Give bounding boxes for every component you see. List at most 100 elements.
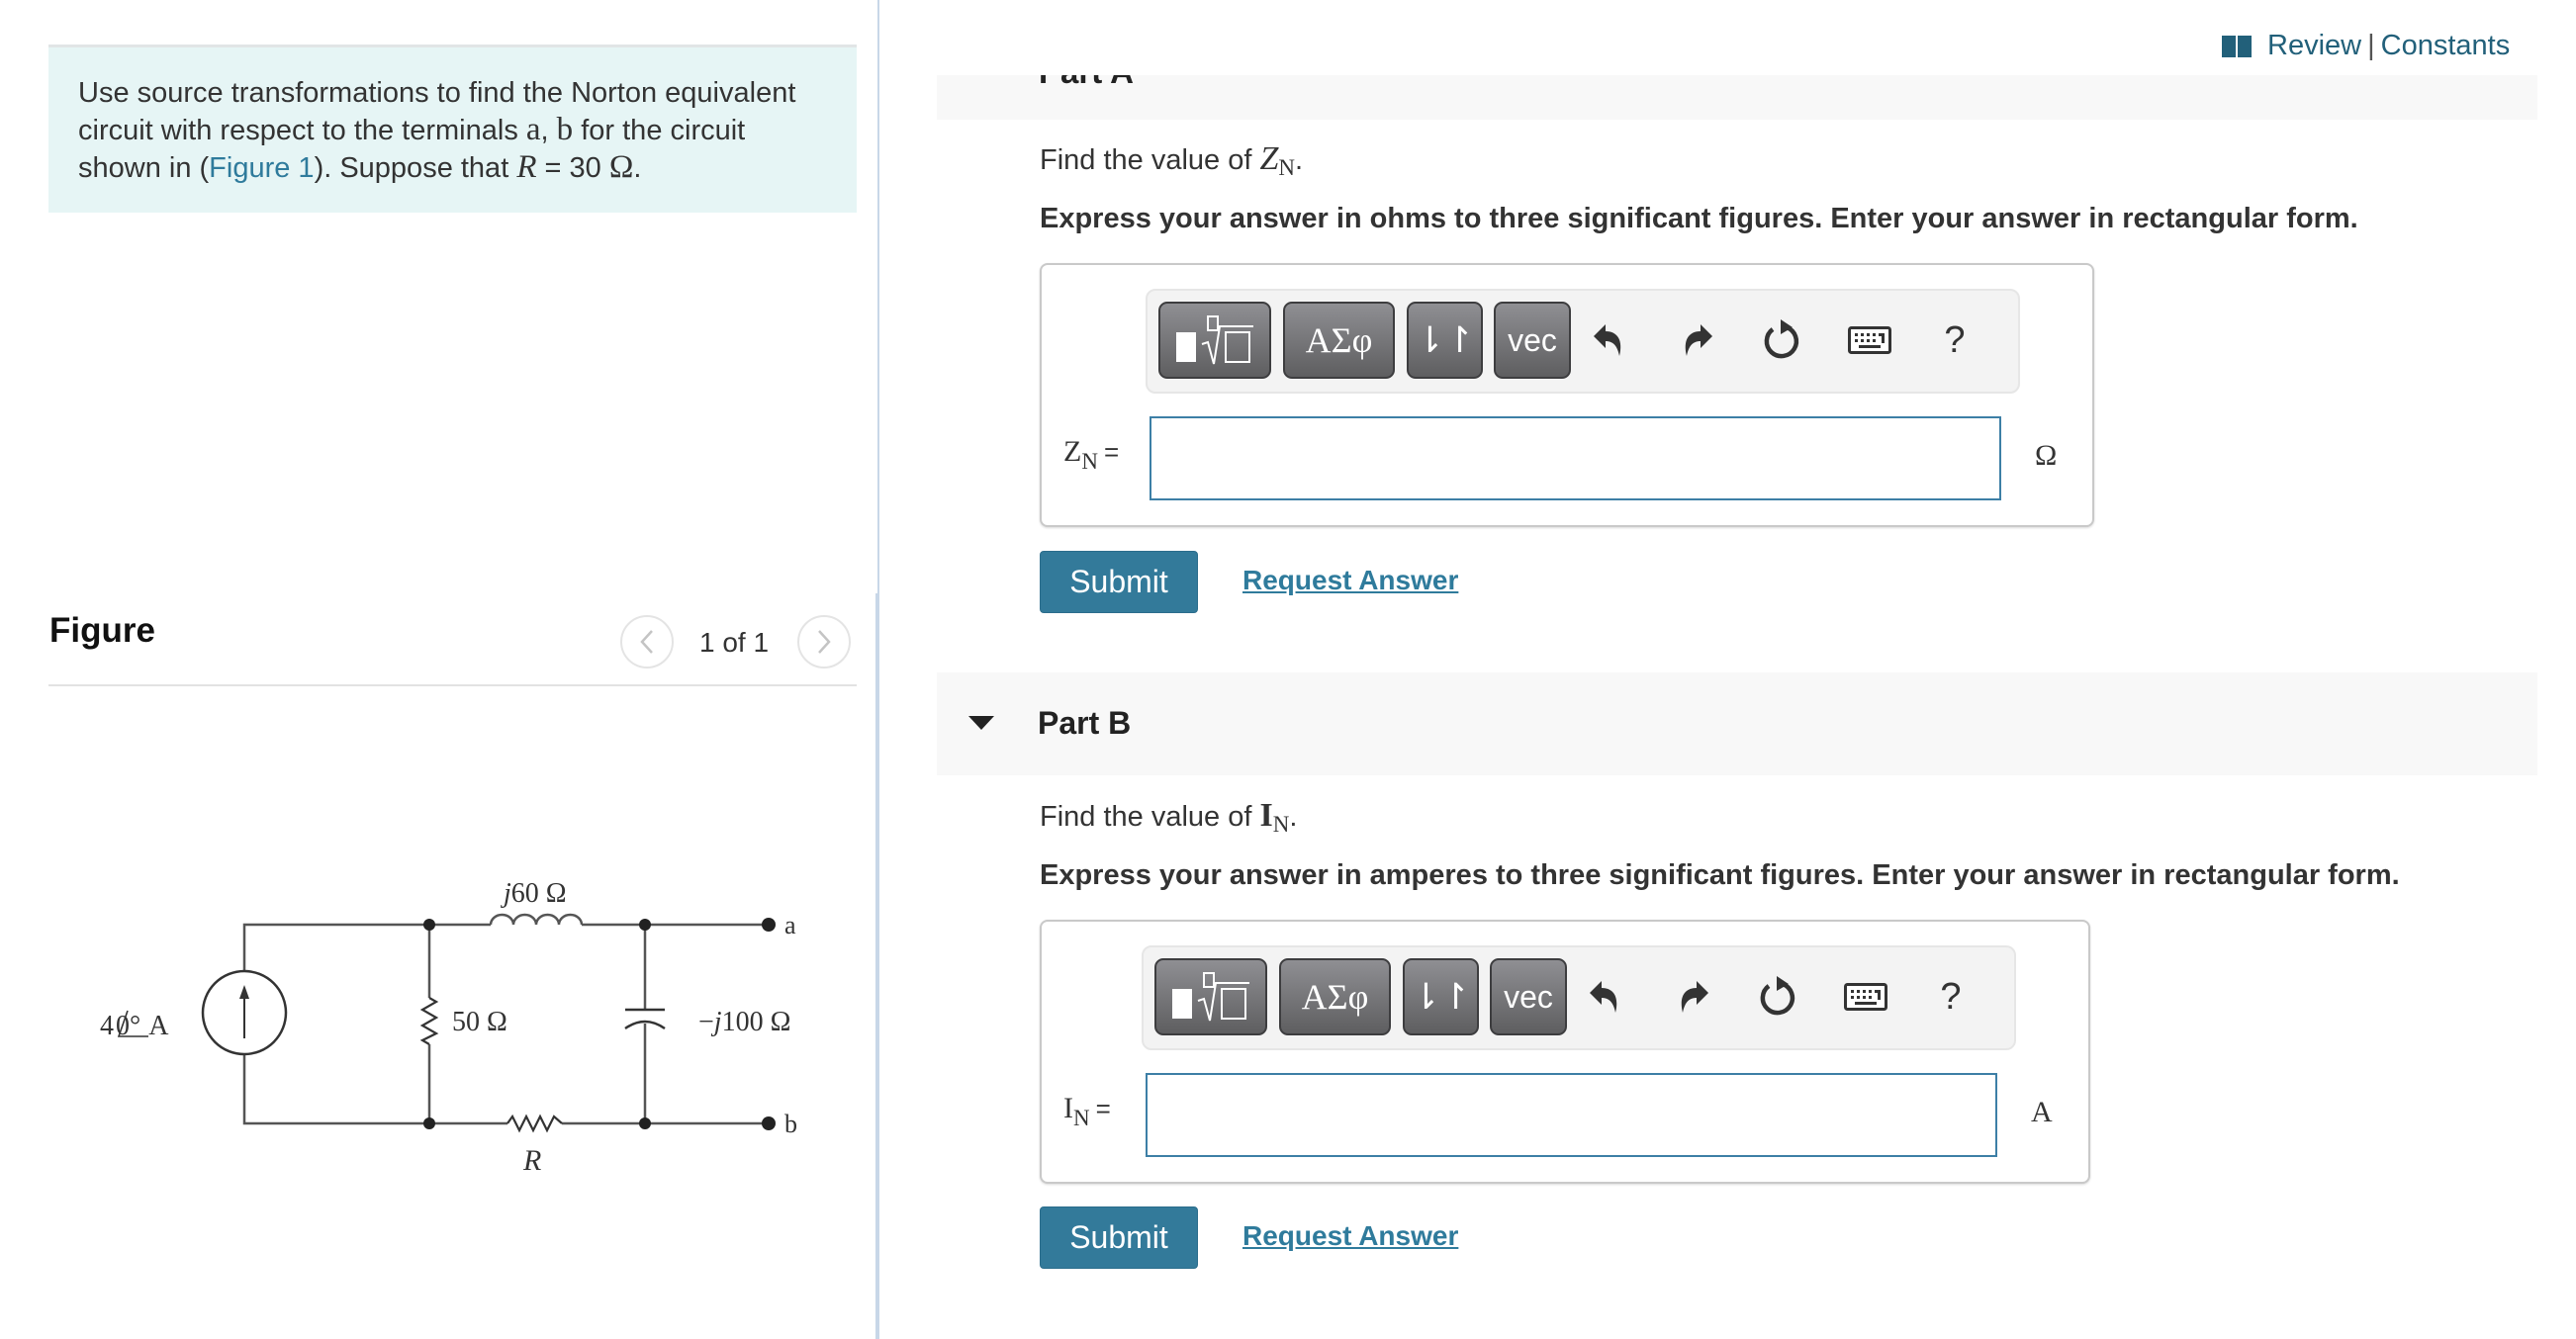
greek-button[interactable]: ΑΣφ bbox=[1279, 958, 1391, 1035]
undo-button[interactable] bbox=[1584, 314, 1635, 366]
link-separator: | bbox=[2367, 30, 2375, 61]
inductor bbox=[489, 913, 584, 926]
resistor-50-label: 50 Ω bbox=[452, 1007, 507, 1037]
undo-icon bbox=[1594, 324, 1621, 356]
reset-icon bbox=[1764, 319, 1799, 359]
part-a-header[interactable]: Part A bbox=[937, 75, 2537, 120]
in-answer-input[interactable] bbox=[1146, 1073, 1997, 1157]
part-a-request-answer-link[interactable]: Request Answer bbox=[1242, 565, 1458, 596]
terminal-a-var: a bbox=[525, 112, 541, 147]
reset-button[interactable] bbox=[1756, 314, 1807, 366]
terminal-b-var: b bbox=[556, 112, 574, 147]
prompt-text: Find the value of bbox=[1040, 801, 1260, 833]
part-a-answer-box: ΑΣφ ⇂↾ vec ? ZN = Ω bbox=[1040, 263, 2094, 527]
figure-title: Figure bbox=[49, 611, 155, 650]
subscript-superscript-button[interactable]: ⇂↾ bbox=[1403, 958, 1479, 1035]
label-var: I bbox=[1063, 1092, 1073, 1124]
subscript-superscript-button[interactable]: ⇂↾ bbox=[1407, 302, 1483, 379]
capacitor bbox=[624, 1008, 666, 1030]
templates-button[interactable] bbox=[1154, 958, 1267, 1035]
redo-button[interactable] bbox=[1667, 971, 1718, 1023]
problem-text: Use source transformations to find the N… bbox=[78, 75, 830, 187]
r-value: = 30 bbox=[536, 152, 609, 184]
keyboard-button[interactable] bbox=[1840, 971, 1891, 1023]
figure-prev-button[interactable] bbox=[620, 615, 674, 669]
caret-down-icon bbox=[968, 716, 994, 730]
figure-next-button[interactable] bbox=[797, 615, 851, 669]
terminal-b-label: b bbox=[784, 1110, 797, 1138]
problem-text-part: . bbox=[633, 152, 642, 184]
ohm-symbol: Ω bbox=[608, 149, 634, 185]
part-b-submit-button[interactable]: Submit bbox=[1040, 1206, 1198, 1269]
zn-answer-input[interactable] bbox=[1150, 416, 2001, 500]
undo-button[interactable] bbox=[1580, 971, 1631, 1023]
prompt-text: Find the value of bbox=[1040, 144, 1260, 176]
label-eq: = bbox=[1095, 1094, 1111, 1123]
redo-icon bbox=[1685, 324, 1712, 356]
prompt-text: . bbox=[1295, 144, 1304, 176]
help-button[interactable]: ? bbox=[1929, 314, 1980, 366]
review-link[interactable]: Review bbox=[2267, 30, 2361, 62]
part-a-prompt: Find the value of ZN. bbox=[1040, 140, 1303, 181]
templates-button[interactable] bbox=[1158, 302, 1271, 379]
part-b-prompt: Find the value of IN. bbox=[1040, 797, 1297, 838]
help-button[interactable]: ? bbox=[1925, 971, 1977, 1023]
inductor-label: j60 Ω bbox=[501, 878, 567, 909]
ohm-unit: Ω bbox=[2035, 439, 2058, 472]
node bbox=[639, 1117, 651, 1129]
in-answer-label: IN = bbox=[1063, 1092, 1111, 1131]
redo-button[interactable] bbox=[1671, 314, 1722, 366]
part-a-instructions: Express your answer in ohms to three sig… bbox=[1040, 203, 2358, 234]
panel-divider bbox=[877, 0, 879, 593]
circuit-wires bbox=[242, 923, 769, 1125]
label-sub: N bbox=[1081, 449, 1098, 474]
capacitor-label: −j100 Ω bbox=[698, 1007, 790, 1037]
constants-link[interactable]: Constants bbox=[2381, 30, 2511, 62]
zn-var: Z bbox=[1259, 140, 1279, 177]
resistor-r bbox=[506, 1114, 563, 1133]
label-sub: N bbox=[1073, 1106, 1090, 1130]
node bbox=[639, 919, 651, 931]
part-b-request-answer-link[interactable]: Request Answer bbox=[1242, 1220, 1458, 1252]
keyboard-icon bbox=[1844, 983, 1887, 1011]
node bbox=[423, 919, 435, 931]
ampere-unit: A bbox=[2031, 1096, 2053, 1128]
wire bbox=[242, 1054, 429, 1125]
greek-button[interactable]: ΑΣφ bbox=[1283, 302, 1395, 379]
resistor-50 bbox=[419, 997, 439, 1045]
redo-icon bbox=[1681, 981, 1708, 1013]
r-var: R bbox=[516, 149, 537, 185]
node bbox=[423, 1117, 435, 1129]
reset-button[interactable] bbox=[1752, 971, 1803, 1023]
figure-link[interactable]: Figure 1 bbox=[209, 152, 314, 184]
keyboard-icon bbox=[1848, 326, 1891, 354]
panel-resize-handle[interactable] bbox=[875, 593, 879, 1339]
part-a-title: Part A bbox=[1039, 75, 1134, 91]
part-a-submit-button[interactable]: Submit bbox=[1040, 551, 1198, 613]
problem-text-part: , bbox=[540, 115, 557, 146]
math-toolbar: ΑΣφ ⇂↾ vec ? bbox=[1142, 945, 2016, 1050]
math-toolbar: ΑΣφ ⇂↾ vec ? bbox=[1146, 289, 2020, 394]
vec-button[interactable]: vec bbox=[1490, 958, 1567, 1035]
label-eq: = bbox=[1103, 437, 1120, 467]
reset-icon bbox=[1760, 976, 1795, 1016]
part-b-header[interactable]: Part B bbox=[937, 672, 2537, 775]
in-var: I bbox=[1259, 797, 1273, 834]
terminal-a-label: a bbox=[784, 911, 796, 939]
wire bbox=[242, 923, 429, 971]
label-var: Z bbox=[1063, 435, 1082, 468]
templates-icon bbox=[1176, 315, 1253, 365]
figure-divider bbox=[48, 684, 857, 686]
book-icon bbox=[2222, 35, 2252, 57]
figure-pager-count: 1 of 1 bbox=[699, 627, 770, 658]
keyboard-button[interactable] bbox=[1844, 314, 1895, 366]
vec-button[interactable]: vec bbox=[1494, 302, 1571, 379]
zn-sub: N bbox=[1278, 155, 1296, 180]
current-source bbox=[201, 969, 288, 1056]
part-b-answer-box: ΑΣφ ⇂↾ vec ? IN = A bbox=[1040, 920, 2090, 1184]
in-sub: N bbox=[1272, 812, 1290, 837]
part-b-title: Part B bbox=[1038, 705, 1132, 741]
problem-text-part: ). Suppose that bbox=[314, 152, 517, 184]
circuit-nodes bbox=[423, 918, 776, 1130]
part-b-instructions: Express your answer in amperes to three … bbox=[1040, 859, 2400, 891]
